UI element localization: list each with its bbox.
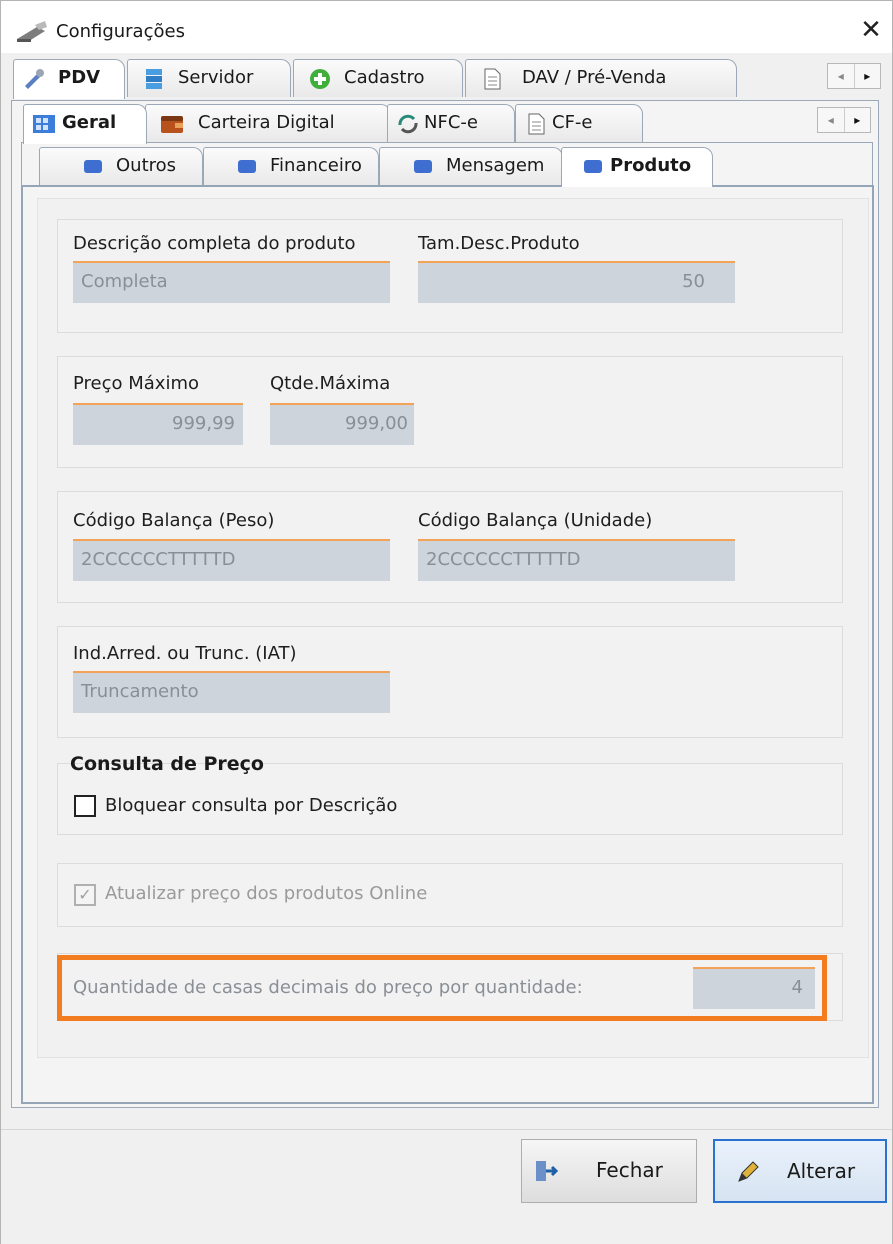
scroll-left-icon[interactable]: ◂ [818,108,844,132]
consulta-preco-title: Consulta de Preço [70,753,264,775]
tabs-level3: Outros Financeiro Mensagem Produto [23,147,723,187]
tab-cfe[interactable]: CF-e [515,104,643,142]
tab-carteira-digital[interactable]: Carteira Digital [145,104,391,142]
cod-peso-label: Código Balança (Peso) [73,510,275,531]
bloquear-consulta-label[interactable]: Bloquear consulta por Descrição [105,795,397,816]
tab-label: Financeiro [270,155,362,176]
alterar-button[interactable]: Alterar [713,1139,887,1203]
tab-cadastro[interactable]: Cadastro [293,59,463,97]
tab-dav[interactable]: DAV / Pré-Venda [465,59,737,97]
alterar-label: Alterar [787,1159,856,1183]
tamdesc-label: Tam.Desc.Produto [418,233,580,254]
cod-peso-field[interactable]: 2CCCCCCTTTTTD [73,539,390,581]
decimais-field[interactable]: 4 [693,967,815,1009]
tab-geral[interactable]: Geral [23,104,147,144]
server-icon [146,69,162,89]
tabs-level2: Geral Carteira Digital NFC-e CF-e [21,104,821,144]
wallet-icon [161,116,183,133]
folder-icon [84,160,102,173]
folder-icon [238,160,256,173]
fechar-label: Fechar [596,1158,663,1182]
document-icon [528,113,545,135]
exit-icon [536,1161,558,1181]
tamdesc-field[interactable]: 50 [418,261,735,303]
tab-label: Carteira Digital [198,112,335,133]
tab-label: Geral [62,112,117,133]
tab-label: PDV [58,67,101,88]
tab-produto[interactable]: Produto [561,147,713,187]
tab-outros[interactable]: Outros [39,147,203,185]
tab-label: Outros [116,155,177,176]
document-icon [484,68,501,90]
tabs-level2-scroll[interactable]: ◂ ▸ [817,107,871,133]
tab-financeiro[interactable]: Financeiro [203,147,379,185]
tab-label: Mensagem [446,155,545,176]
descricao-field[interactable]: Completa [73,261,390,303]
tab-label: NFC-e [424,112,478,133]
descricao-label: Descrição completa do produto [73,233,356,254]
qtde-max-label: Qtde.Máxima [270,373,391,394]
tabs-level1: PDV Servidor Cadastro DAV / Pré-Venda [11,59,851,99]
fechar-button[interactable]: Fechar [521,1139,697,1203]
bloquear-consulta-checkbox[interactable] [74,795,96,817]
tab-nfce[interactable]: NFC-e [387,104,515,142]
folder-icon [584,160,602,173]
preco-max-field[interactable]: 999,99 [73,403,243,445]
tab-label: CF-e [552,112,593,133]
folder-icon [414,160,432,173]
tab-label: Servidor [178,67,254,88]
grid-icon [33,115,55,133]
tab-label: DAV / Pré-Venda [522,67,667,88]
tools-icon [25,69,44,89]
iat-label: Ind.Arred. ou Trunc. (IAT) [73,643,297,664]
title-bar: Configurações ✕ [1,1,892,53]
settings-window: Configurações ✕ PDV Servidor Cadastro DA… [0,0,893,1244]
tabs-level1-scroll[interactable]: ◂ ▸ [827,63,881,89]
scroll-right-icon[interactable]: ▸ [843,108,871,132]
preco-max-label: Preço Máximo [73,373,200,394]
scroll-right-icon[interactable]: ▸ [853,64,881,88]
iat-field[interactable]: Truncamento [73,671,390,713]
pencil-icon [738,1161,759,1182]
atualizar-online-label: Atualizar preço dos produtos Online [105,883,428,904]
app-icon [17,21,47,42]
cod-unid-field[interactable]: 2CCCCCCTTTTTD [418,539,735,581]
tab-servidor[interactable]: Servidor [127,59,291,97]
window-title: Configurações [56,21,185,42]
decimais-label: Quantidade de casas decimais do preço po… [73,977,583,998]
tab-mensagem[interactable]: Mensagem [379,147,563,185]
cod-unid-label: Código Balança (Unidade) [418,510,653,531]
add-circle-icon [310,69,330,89]
scroll-left-icon[interactable]: ◂ [828,64,854,88]
tab-label: Cadastro [344,67,425,88]
qtde-max-field[interactable]: 999,00 [270,403,414,445]
tab-pdv[interactable]: PDV [13,59,125,99]
atualizar-online-checkbox[interactable]: ✓ [74,884,96,906]
close-icon[interactable]: ✕ [854,13,888,47]
tab-label: Produto [610,155,692,176]
sync-icon [398,114,418,134]
